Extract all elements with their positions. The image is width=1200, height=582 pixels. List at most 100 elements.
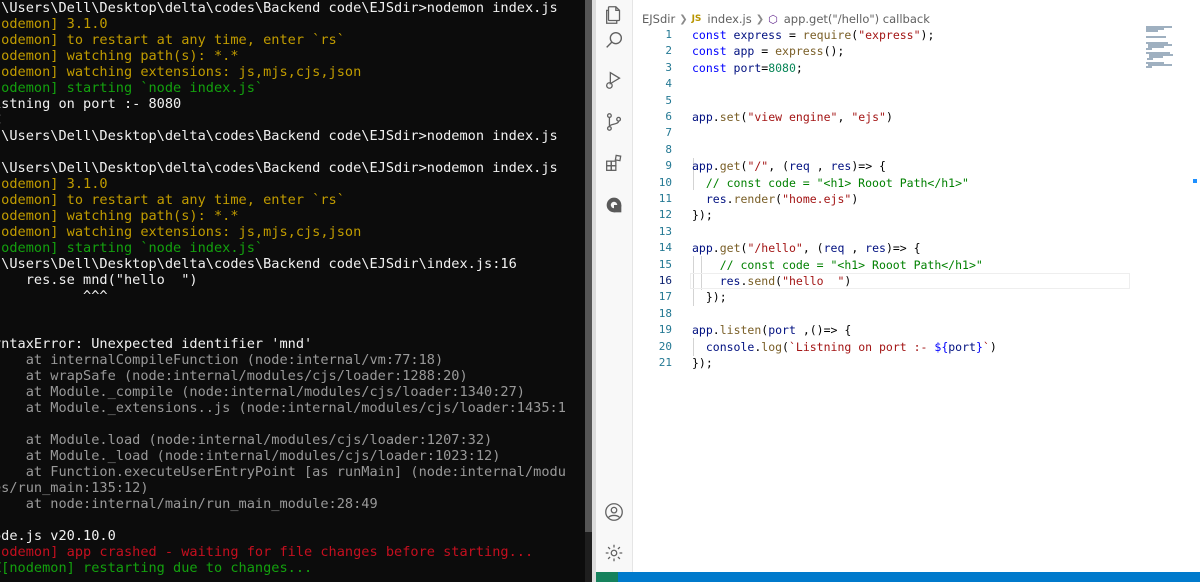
code-token: 8080 <box>768 60 796 75</box>
code-token: port <box>768 323 796 338</box>
line-number: 8 <box>665 142 672 156</box>
terminal-line: at Module._extensions..js (node:internal… <box>0 400 566 416</box>
terminal-window[interactable]: :\Users\Dell\Desktop\delta\codes\Backend… <box>0 0 585 582</box>
code-token: log <box>761 339 783 354</box>
terminal-line: at Module._load (node:internal/modules/c… <box>0 448 501 464</box>
code-text: app.set("view engine", "ejs") <box>692 109 893 126</box>
line-number: 19 <box>658 323 672 337</box>
code-token: "ejs" <box>851 110 886 124</box>
code-text: app.get("/hello", (req , res)=> { <box>692 240 921 257</box>
code-token: , <box>837 110 852 124</box>
code-line[interactable]: 13 <box>632 224 1162 241</box>
code-line[interactable]: 14 app.get("/hello", (req , res)=> { <box>632 240 1162 257</box>
code-token: app <box>692 110 713 124</box>
code-text: res.send("hello ") <box>692 273 852 290</box>
run-debug-icon[interactable] <box>603 69 625 91</box>
code-line[interactable]: 10 // const code = "<h1> Rooot Path</h1>… <box>632 175 1162 192</box>
line-number: 6 <box>665 110 672 123</box>
code-text: }); <box>692 207 713 224</box>
minimap[interactable] <box>1144 26 1188 86</box>
code-token: listen <box>719 323 762 338</box>
breadcrumb-symbol[interactable]: app.get("/hello") callback <box>784 12 930 26</box>
chevron-right-icon: ❯ <box>755 13 765 25</box>
code-token: . <box>712 323 720 338</box>
code-token: ) <box>885 110 893 124</box>
code-line[interactable]: 6 app.set("view engine", "ejs") <box>632 109 1162 126</box>
code-text: // const code = "<h1> Rooot Path</h1>" <box>692 257 983 274</box>
search-icon[interactable] <box>603 29 625 51</box>
code-editor[interactable]: 1 const express = require("express"); 2 con… <box>632 26 1200 572</box>
source-control-icon[interactable] <box>603 111 625 133</box>
code-token: const <box>692 60 734 75</box>
breadcrumb-file[interactable]: index.js <box>707 12 751 26</box>
symbol-method-icon: ⬡ <box>768 12 778 26</box>
code-token: }); <box>692 208 713 223</box>
extensions-icon[interactable] <box>603 152 625 174</box>
code-line[interactable]: 17 }); <box>632 289 1162 306</box>
terminal-line: nodemon] app crashed - waiting for file … <box>0 544 534 560</box>
minimap-line <box>1147 58 1153 60</box>
terminal-line: ^^^ <box>0 288 108 304</box>
terminal-line: nodemon] to restart at any time, enter `… <box>0 32 345 48</box>
breadcrumb-folder[interactable]: EJSdir <box>642 12 675 26</box>
code-line[interactable]: 15 // const code = "<h1> Rooot Path</h1>… <box>632 257 1162 274</box>
explorer-icon[interactable] <box>603 4 625 26</box>
code-token: app <box>692 241 713 256</box>
code-line[interactable]: 4 <box>632 76 1162 93</box>
terminal-line: nodemon] 3.1.0 <box>0 176 108 192</box>
code-line[interactable]: 19 app.listen(port ,()=> { <box>632 322 1162 339</box>
code-token: req <box>823 241 845 256</box>
code-token: ( <box>782 339 789 354</box>
terminal-line: nodemon] to restart at any time, enter `… <box>0 192 345 208</box>
code-token: , <box>809 159 831 174</box>
code-text: console.log(`Listning on port :- ${port}… <box>692 339 997 356</box>
code-token: ; <box>795 60 803 75</box>
code-line[interactable]: 21}); <box>632 355 1162 372</box>
status-bar <box>596 572 1200 582</box>
vscode-window: EJSdir ❯ JS index.js ❯ ⬡ app.get("/hello… <box>596 0 1200 582</box>
line-number: 9 <box>665 159 672 173</box>
code-token: app <box>733 44 755 59</box>
scrollbar-cursor-marker <box>1193 179 1197 183</box>
terminal-line: at wrapSafe (node:internal/modules/cjs/l… <box>0 368 468 384</box>
line-number: 10 <box>658 175 672 189</box>
code-line[interactable]: 3 const port=8080; <box>632 60 1162 77</box>
code-token: (); <box>823 44 845 59</box>
chevron-right-icon: ❯ <box>679 13 688 25</box>
code-line[interactable]: 9 app.get("/", (req , res)=> { <box>632 158 1162 175</box>
remote-indicator-button[interactable] <box>596 572 618 582</box>
terminal-line: ode.js v20.10.0 <box>0 528 116 544</box>
code-token: ) <box>851 192 859 206</box>
code-token: , ( <box>768 159 789 174</box>
terminal-line: nodemon] watching extensions: js,mjs,cjs… <box>0 224 362 240</box>
settings-gear-icon[interactable] <box>603 542 625 564</box>
terminal-line: nodemon] starting `node index.js` <box>0 240 264 256</box>
terminal-scrollbar[interactable] <box>585 0 592 582</box>
code-line[interactable]: 11 res.render("home.ejs") <box>632 191 1162 208</box>
code-token: . <box>712 110 720 124</box>
code-text: app.listen(port ,()=> { <box>692 322 851 339</box>
code-line[interactable]: 1 const express = require("express"); <box>632 27 1162 44</box>
code-token: `Listning on port :- <box>788 339 935 354</box>
code-token: "hello " <box>782 274 845 288</box>
code-line[interactable]: 16 res.send("hello ") <box>632 273 1162 290</box>
code-line[interactable]: 20 console.log(`Listning on port :- ${po… <box>632 339 1162 356</box>
terminal-scrollbar-thumb[interactable] <box>585 0 592 532</box>
code-line[interactable]: 12}); <box>632 207 1162 224</box>
code-line[interactable]: 18 <box>632 306 1162 323</box>
code-token: )=> { <box>851 159 886 174</box>
code-token: res <box>830 159 852 174</box>
line-number: 2 <box>665 44 672 58</box>
account-icon[interactable] <box>603 501 625 523</box>
minimap-line <box>1146 48 1152 50</box>
code-line[interactable]: 5 <box>632 93 1162 110</box>
code-line[interactable]: 7 <box>632 125 1162 142</box>
code-token: get <box>719 159 741 174</box>
code-token: express <box>775 44 824 59</box>
code-line[interactable]: 2 const app = express(); <box>632 43 1162 60</box>
code-token: const <box>692 28 734 42</box>
line-number: 16 <box>658 274 672 287</box>
remote-icon[interactable] <box>603 194 625 216</box>
code-line[interactable]: 8 <box>632 142 1162 159</box>
code-token: . <box>712 159 720 174</box>
